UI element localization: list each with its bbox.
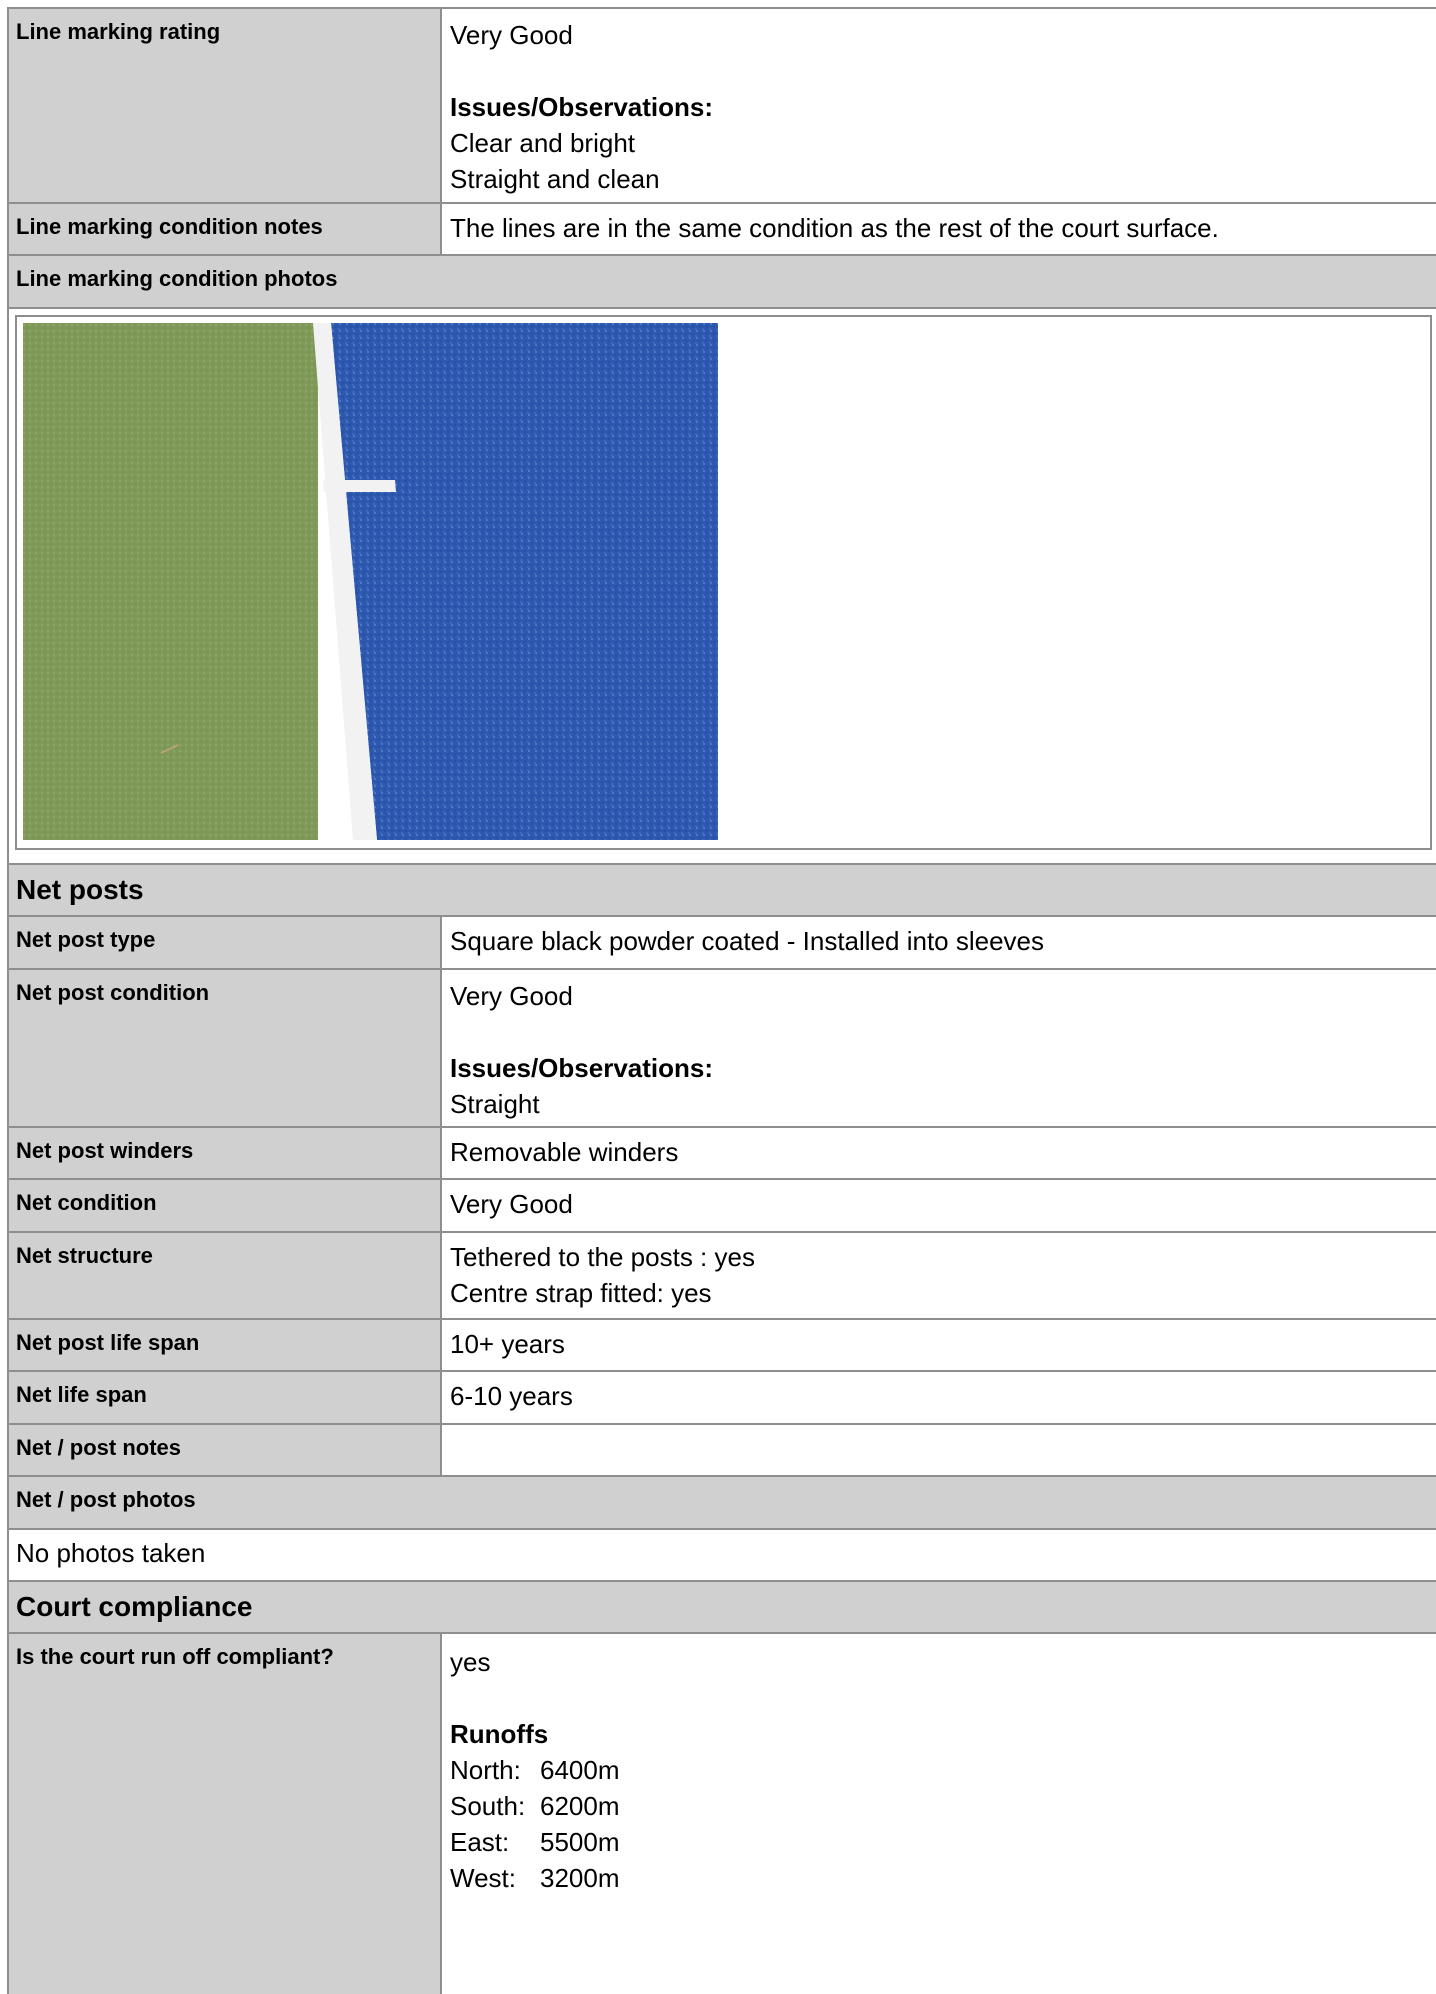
table-row: Net life span 6-10 years: [9, 1372, 1436, 1425]
line-marking-rating: Very Good: [450, 20, 573, 50]
row-label: Line marking condition notes: [9, 204, 442, 254]
section-title-court-compliance: Court compliance: [9, 1582, 1436, 1632]
issue-line: Clear and bright: [450, 128, 635, 158]
table-row: Net / post notes: [9, 1425, 1436, 1477]
row-label: Net post winders: [9, 1128, 442, 1178]
runoff-direction: North:: [450, 1755, 521, 1785]
row-value: The lines are in the same condition as t…: [442, 204, 1436, 254]
runoff-value: 6200m: [540, 1791, 620, 1821]
structure-line: Tethered to the posts : yes: [450, 1242, 755, 1272]
white-line-tick: [323, 480, 396, 492]
row-value: Tethered to the posts : yes Centre strap…: [442, 1233, 1436, 1318]
structure-line: Centre strap fitted: yes: [450, 1278, 712, 1308]
blue-surface: [331, 323, 718, 840]
table-row: [9, 309, 1436, 865]
runoff-value: 5500m: [540, 1827, 620, 1857]
table-row: Net post type Square black powder coated…: [9, 917, 1436, 970]
table-row: Court compliance: [9, 1582, 1436, 1634]
net-post-condition: Very Good: [450, 981, 573, 1011]
row-label: Net condition: [9, 1180, 442, 1231]
runoffs-heading: Runoffs: [450, 1719, 549, 1749]
row-label: Net post life span: [9, 1320, 442, 1370]
court-line-photo[interactable]: [23, 323, 718, 840]
runoff-value: 6400m: [540, 1755, 620, 1785]
issue-line: Straight and clean: [450, 164, 660, 194]
table-row: Net post winders Removable winders: [9, 1128, 1436, 1180]
runoffs-list: North: 6400m South: 6200m East: 5500m We…: [450, 1752, 1430, 1896]
inspection-table: Line marking rating Very Good Issues/Obs…: [7, 7, 1436, 1994]
no-photos-text: No photos taken: [16, 1538, 206, 1568]
row-value: Very Good: [442, 1180, 1436, 1231]
table-row: Line marking condition notes The lines a…: [9, 204, 1436, 256]
table-row: Line marking condition photos: [9, 256, 1436, 309]
table-row: Net / post photos: [9, 1477, 1436, 1530]
table-row: No photos taken: [9, 1530, 1436, 1582]
runoff-value: 3200m: [540, 1863, 620, 1893]
row-value: 10+ years: [442, 1320, 1436, 1370]
issue-line: Straight: [450, 1089, 540, 1119]
row-label: Net post condition: [9, 970, 442, 1126]
row-label: Line marking rating: [9, 9, 442, 202]
issues-heading: Issues/Observations:: [450, 1053, 713, 1083]
green-surface: [23, 323, 318, 840]
row-value: [442, 1425, 1436, 1475]
photo-frame: [15, 315, 1432, 850]
row-label: Net / post notes: [9, 1425, 442, 1475]
row-label: Net life span: [9, 1372, 442, 1423]
table-row: Net condition Very Good: [9, 1180, 1436, 1233]
row-label: Is the court run off compliant?: [9, 1634, 442, 1994]
row-value: yes Runoffs North: 6400m South: 6200m Ea…: [442, 1634, 1436, 1994]
row-value: Removable winders: [442, 1128, 1436, 1178]
row-value: Very Good Issues/Observations: Clear and…: [442, 9, 1436, 202]
runoff-direction: West:: [450, 1863, 516, 1893]
table-row: Net post condition Very Good Issues/Obse…: [9, 970, 1436, 1128]
table-row: Net post life span 10+ years: [9, 1320, 1436, 1372]
table-row: Net posts: [9, 865, 1436, 917]
table-row: Net structure Tethered to the posts : ye…: [9, 1233, 1436, 1320]
table-row: Is the court run off compliant? yes Runo…: [9, 1634, 1436, 1994]
row-value: 6-10 years: [442, 1372, 1436, 1423]
report-page: Line marking rating Very Good Issues/Obs…: [0, 0, 1436, 1994]
row-label: Net structure: [9, 1233, 442, 1318]
table-row: Line marking rating Very Good Issues/Obs…: [9, 9, 1436, 204]
runoff-direction: East:: [450, 1827, 510, 1857]
photos-label: Net / post photos: [9, 1477, 1436, 1528]
photos-label: Line marking condition photos: [9, 256, 1436, 307]
row-label: Net post type: [9, 917, 442, 968]
issues-heading: Issues/Observations:: [450, 92, 713, 122]
row-value: Square black powder coated - Installed i…: [442, 917, 1436, 968]
section-title-net-posts: Net posts: [9, 865, 1436, 915]
runoff-direction: South:: [450, 1791, 526, 1821]
runoff-compliant-value: yes: [450, 1647, 491, 1677]
row-value: Very Good Issues/Observations: Straight: [442, 970, 1436, 1126]
